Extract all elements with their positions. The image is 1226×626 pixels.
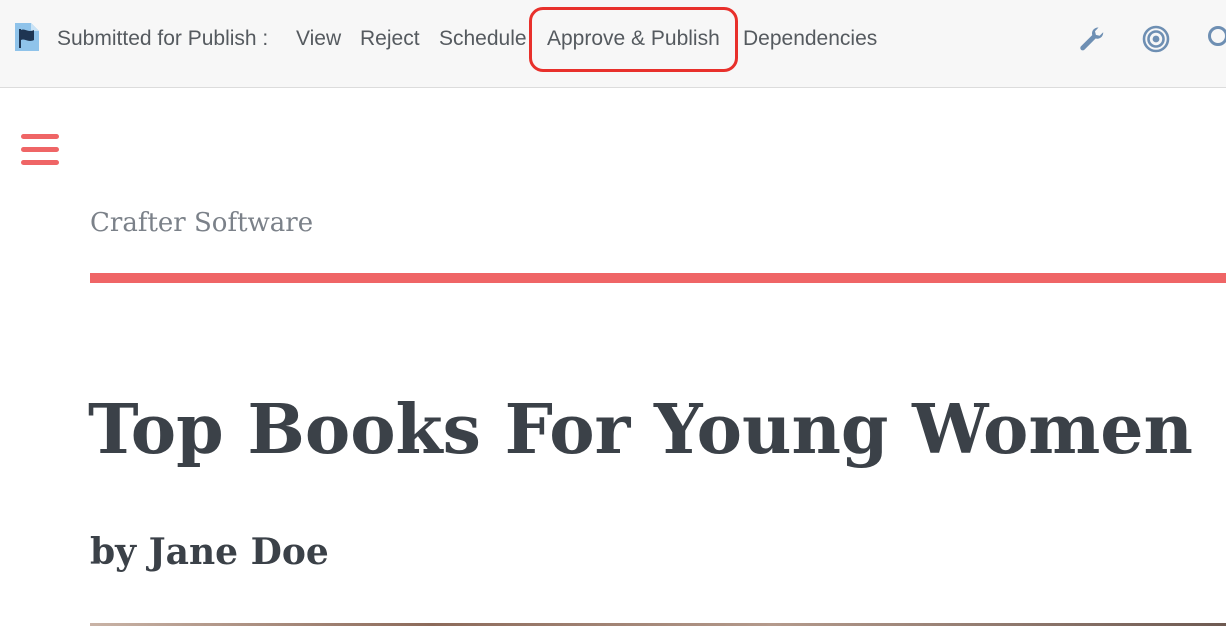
dependencies-button[interactable]: Dependencies (743, 26, 877, 52)
wrench-icon[interactable] (1076, 24, 1106, 54)
approve-publish-button[interactable]: Approve & Publish (547, 26, 720, 52)
article-title: Top Books For Young Women (88, 390, 1193, 470)
article-byline: by Jane Doe (90, 531, 329, 573)
preview-toolbar: Submitted for Publish : View Reject Sche… (0, 0, 1226, 88)
flag-document-icon (15, 23, 39, 51)
header-divider (90, 273, 1226, 283)
site-name[interactable]: Crafter Software (90, 208, 313, 238)
reject-button[interactable]: Reject (360, 26, 420, 52)
workflow-status-label: Submitted for Publish : (57, 27, 269, 50)
search-icon[interactable] (1205, 24, 1226, 54)
view-button[interactable]: View (296, 26, 341, 52)
schedule-button[interactable]: Schedule (439, 26, 527, 52)
hamburger-menu-icon[interactable] (21, 134, 59, 166)
target-icon[interactable] (1141, 24, 1171, 54)
